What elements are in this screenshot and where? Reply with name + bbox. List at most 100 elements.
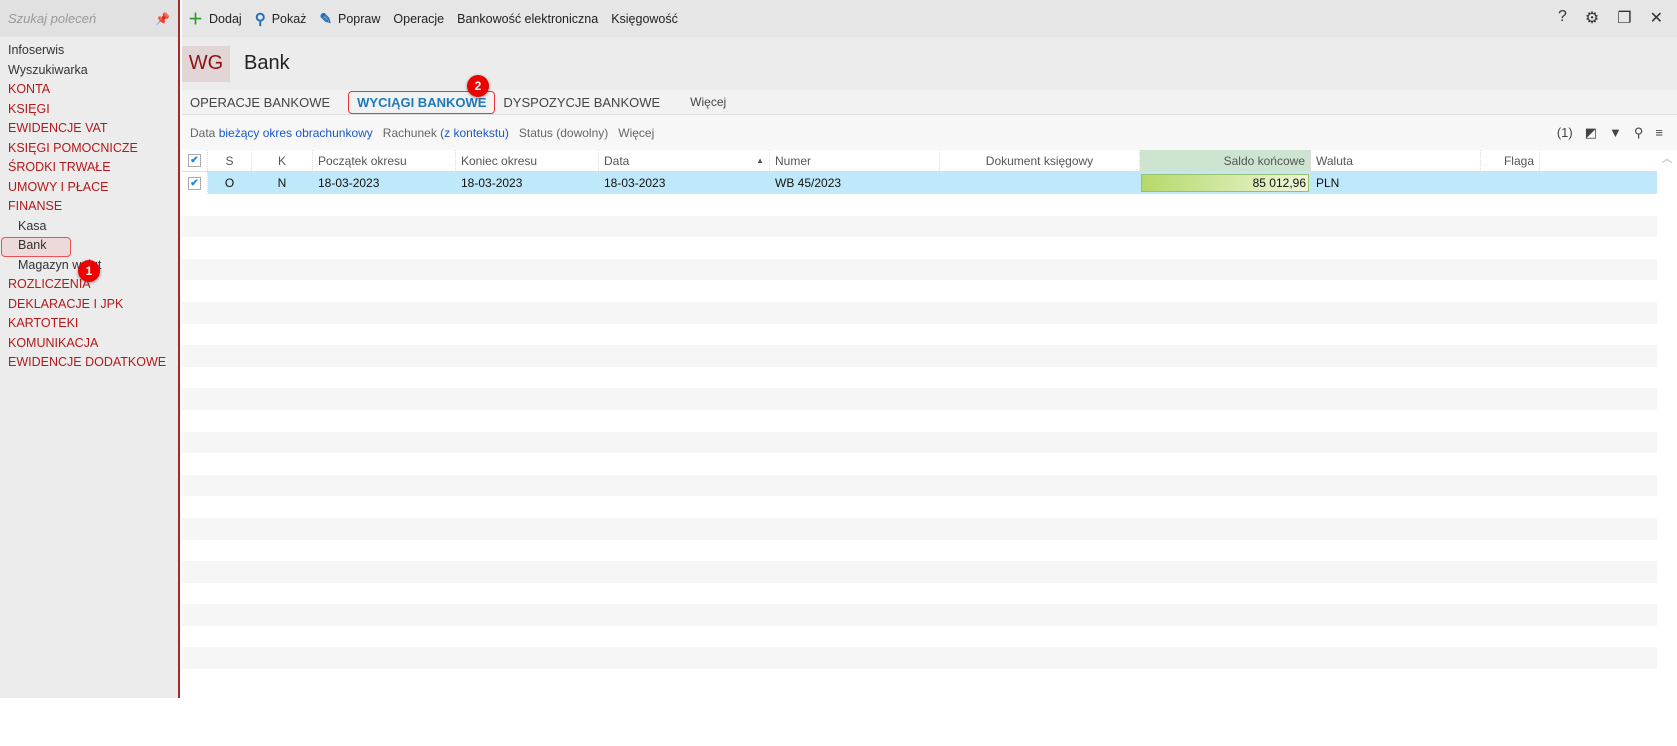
empty-row <box>182 237 1657 259</box>
empty-row <box>182 280 1657 302</box>
column-header[interactable]: Koniec okresu <box>456 150 599 171</box>
sidebar-item[interactable]: DEKLARACJE I JPK <box>0 295 178 315</box>
column-header[interactable]: Data ▲ <box>599 150 770 171</box>
sort-asc-icon[interactable]: ▲ <box>756 156 764 165</box>
sidebar-item[interactable]: KOMUNIKACJA <box>0 334 178 354</box>
account-filter-label: Rachunek <box>382 125 437 140</box>
filter-icon[interactable]: ▼ <box>1609 125 1622 141</box>
empty-row <box>182 647 1657 670</box>
empty-row <box>182 604 1657 626</box>
show-button[interactable]: ⚲ Pokaż <box>255 10 307 28</box>
ebanking-menu[interactable]: Bankowość elektroniczna <box>457 12 598 26</box>
sidebar-item-label: KSIĘGI <box>8 101 50 116</box>
search-input[interactable]: Szukaj poleceń <box>8 11 96 26</box>
pin-icon[interactable]: 📌 <box>155 12 170 26</box>
column-header[interactable]: Waluta <box>1311 150 1481 171</box>
empty-row <box>182 431 1657 454</box>
main-panel: ＋ Dodaj ⚲ Pokaż ✎ Popraw Operacje Bankowość… <box>182 0 1677 698</box>
column-header-label: Koniec okresu <box>461 153 538 168</box>
sidebar-item[interactable]: Infoserwis <box>0 41 178 61</box>
row-checkbox[interactable]: ✔ <box>182 172 208 194</box>
menu-icon[interactable]: ≡ <box>1655 125 1663 141</box>
date-filter-value[interactable]: bieżący okres obrachunkowy <box>219 126 373 140</box>
empty-row <box>182 215 1657 238</box>
column-header[interactable]: S <box>208 150 252 171</box>
page-header: WG Bank <box>182 37 1677 90</box>
close-icon[interactable]: ✕ <box>1650 8 1663 28</box>
cell-value: WB 45/2023 <box>775 176 842 190</box>
record-count: (1) <box>1556 125 1573 140</box>
sidebar-item-label: KARTOTEKI <box>8 316 79 330</box>
cell-value: 18-03-2023 <box>318 176 380 190</box>
export-icon[interactable]: ◩ <box>1585 125 1597 141</box>
cell-start: 18-03-2023 <box>313 172 456 194</box>
empty-row <box>182 258 1657 281</box>
sidebar-item[interactable]: KONTA <box>0 80 178 100</box>
column-header[interactable]: Początek okresu <box>313 150 456 171</box>
show-label: Pokaż <box>271 11 307 26</box>
sidebar-item-label: Infoserwis <box>8 43 65 57</box>
edit-button[interactable]: ✎ Popraw <box>319 10 380 28</box>
sidebar-item[interactable]: Wyszukiwarka <box>0 61 178 81</box>
column-header[interactable]: Flaga <box>1481 150 1540 171</box>
column-header-label: Numer <box>775 153 812 168</box>
sidebar-item[interactable]: EWIDENCJE DODATKOWE <box>0 353 178 373</box>
date-filter[interactable]: Data bieżący okres obrachunkowy <box>190 126 373 140</box>
cell-value: O <box>224 176 235 190</box>
brush-icon: ✎ <box>319 10 333 28</box>
empty-row <box>182 324 1657 346</box>
column-header[interactable]: K <box>252 150 313 171</box>
sidebar-item[interactable]: KSIĘGI POMOCNICZE <box>0 139 178 159</box>
module-code: WG <box>182 45 230 82</box>
column-header[interactable]: Numer <box>770 150 940 171</box>
tab-bank-operations[interactable]: OPERACJE BANKOWE <box>190 95 330 110</box>
checkbox-icon[interactable]: ✔ <box>188 154 201 167</box>
help-icon[interactable]: ? <box>1558 8 1567 28</box>
sidebar-item[interactable]: UMOWY I PŁACE <box>0 178 178 198</box>
sidebar-item[interactable]: EWIDENCJE VAT <box>0 119 178 139</box>
search-icon: ⚲ <box>254 10 266 28</box>
column-header-label: Dokument księgowy <box>985 153 1094 168</box>
sidebar-item-label: EWIDENCJE DODATKOWE <box>8 355 167 369</box>
sidebar-item-label: KSIĘGI POMOCNICZE <box>8 140 138 155</box>
search-icon[interactable]: ⚲ <box>1634 125 1644 141</box>
sidebar-item[interactable]: ŚRODKI TRWAŁE <box>0 158 178 178</box>
sidebar-item-label: EWIDENCJE VAT <box>8 121 108 135</box>
command-search[interactable]: Szukaj poleceń 📌 <box>0 0 178 37</box>
status-filter[interactable]: Status (dowolny) <box>519 126 608 140</box>
tab-more[interactable]: Więcej <box>690 95 726 109</box>
sidebar-item-label: Bank <box>18 238 47 252</box>
sidebar-item[interactable]: KSIĘGI <box>0 100 178 120</box>
column-header-label: Saldo końcowe <box>1223 153 1305 168</box>
table-row[interactable]: ✔ O N 18-03-2023 18-03-2023 18-03-2023 WB 45/2… <box>182 172 1657 194</box>
more-filters[interactable]: Więcej <box>618 126 654 140</box>
tab-bank-orders[interactable]: DYSPOZYCJE BANKOWE <box>503 95 660 110</box>
toolbar: ＋ Dodaj ⚲ Pokaż ✎ Popraw Operacje Bankowość… <box>182 0 1677 37</box>
sidebar-item[interactable]: FINANSE <box>0 197 178 217</box>
account-filter[interactable]: Rachunek (z kontekstu) <box>383 126 509 140</box>
sidebar-item[interactable]: KARTOTEKI <box>0 314 178 334</box>
checkbox-icon[interactable]: ✔ <box>188 176 201 190</box>
column-header-label: S <box>225 153 234 168</box>
sidebar-item[interactable]: Bank <box>0 236 178 257</box>
sidebar-item-label: ROZLICZENIA <box>8 277 91 291</box>
accounting-menu[interactable]: Księgowość <box>611 12 678 26</box>
gear-icon[interactable]: ⚙ <box>1585 8 1599 28</box>
column-header-label: Data <box>604 153 630 168</box>
column-header[interactable]: Saldo końcowe <box>1140 150 1311 171</box>
sidebar-item[interactable]: Kasa <box>0 217 178 237</box>
filter-bar: Data bieżący okres obrachunkowy Rachunek… <box>182 115 1677 150</box>
cell-balance: 85 012,96 <box>1140 172 1311 194</box>
annotation-badge-1: 1 <box>78 260 100 282</box>
annotation-badge-2: 2 <box>467 75 489 97</box>
operations-menu[interactable]: Operacje <box>393 12 444 26</box>
vertical-scrollbar[interactable]: ︿ <box>1657 150 1677 698</box>
account-filter-value[interactable]: (z kontekstu) <box>440 126 509 140</box>
column-header[interactable]: Dokument księgowy <box>940 150 1140 171</box>
add-button[interactable]: ＋ Dodaj <box>188 8 242 29</box>
restore-icon[interactable]: ❐ <box>1617 8 1631 28</box>
empty-row <box>182 345 1657 367</box>
empty-row <box>182 301 1657 324</box>
tab-bar: OPERACJE BANKOWE WYCIĄGI BANKOWE DYSPOZY… <box>182 90 1677 115</box>
select-all-checkbox[interactable]: ✔ <box>182 150 208 171</box>
